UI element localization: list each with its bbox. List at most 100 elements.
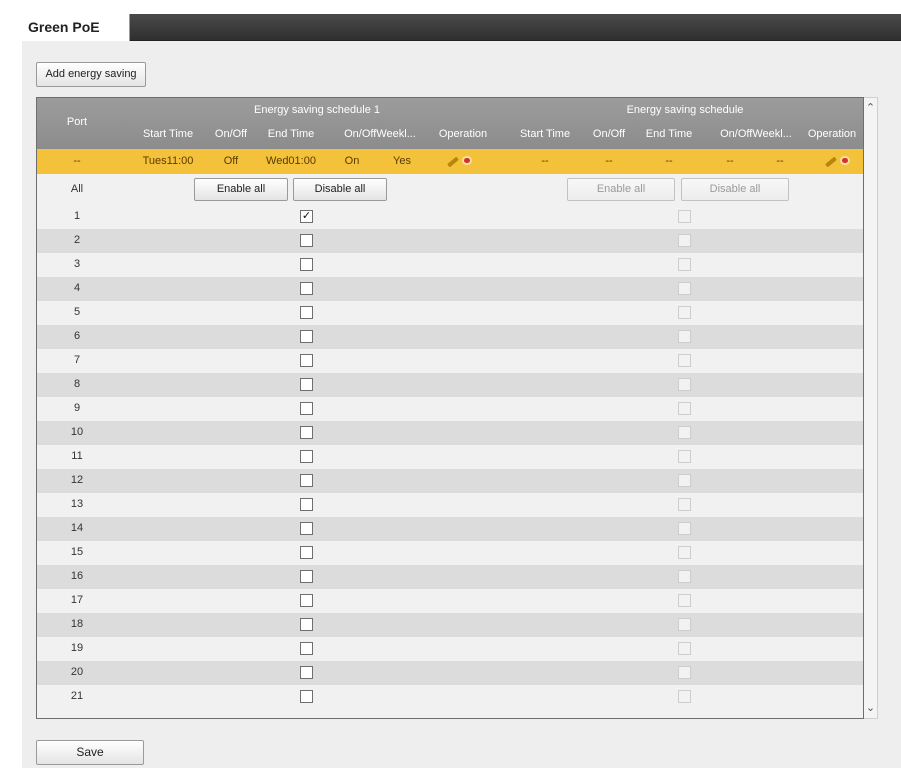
- schedule1-checkbox[interactable]: ✓: [300, 210, 313, 223]
- schedule1-checkbox[interactable]: [300, 474, 313, 487]
- schedule1-checkbox[interactable]: [300, 618, 313, 631]
- port-number: 21: [70, 690, 84, 702]
- schedule1-checkbox[interactable]: [300, 642, 313, 655]
- schedule2-checkbox[interactable]: [678, 666, 691, 679]
- table-row: 6: [37, 325, 863, 349]
- s1-start-cell: Tues11:00: [142, 155, 194, 167]
- schedule2-checkbox[interactable]: [678, 546, 691, 559]
- port-number: 17: [70, 594, 84, 606]
- disable-all-button[interactable]: Disable all: [293, 178, 387, 201]
- schedule1-checkbox[interactable]: [300, 498, 313, 511]
- save-button[interactable]: Save: [36, 740, 144, 765]
- port-number: 10: [70, 426, 84, 438]
- table-row: 20: [37, 661, 863, 685]
- vertical-scrollbar[interactable]: ⌃ ⌄: [864, 97, 878, 719]
- table-row: 21: [37, 685, 863, 709]
- port-number: 18: [70, 618, 84, 630]
- chevron-up-icon[interactable]: ⌃: [864, 100, 877, 116]
- s1-on-off-weekly-header: On/OffWeekl...: [344, 128, 416, 140]
- schedule1-checkbox[interactable]: [300, 570, 313, 583]
- table-row: 2: [37, 229, 863, 253]
- table-row: 12: [37, 469, 863, 493]
- schedule2-checkbox[interactable]: [678, 450, 691, 463]
- port-number: 14: [70, 522, 84, 534]
- port-number: 5: [73, 306, 81, 318]
- schedule-row[interactable]: -- Tues11:00 Off Wed01:00 On Yes -- -- -…: [37, 149, 863, 174]
- table-row: 13: [37, 493, 863, 517]
- s1-start-time-header: Start Time: [142, 128, 194, 140]
- schedule1-checkbox[interactable]: [300, 594, 313, 607]
- table-row: 16: [37, 565, 863, 589]
- table-row: 19: [37, 637, 863, 661]
- schedule1-checkbox[interactable]: [300, 306, 313, 319]
- schedule2-checkbox[interactable]: [678, 522, 691, 535]
- schedule1-checkbox[interactable]: [300, 258, 313, 271]
- s1-operation-header: Operation: [438, 128, 488, 140]
- schedule2-checkbox[interactable]: [678, 570, 691, 583]
- table-row: 7: [37, 349, 863, 373]
- table-row: 9: [37, 397, 863, 421]
- schedule2-checkbox[interactable]: [678, 498, 691, 511]
- pencil-icon[interactable]: [447, 156, 459, 168]
- schedule1-checkbox[interactable]: [300, 378, 313, 391]
- schedule1-checkbox[interactable]: [300, 402, 313, 415]
- pencil-icon[interactable]: [825, 156, 837, 168]
- schedule1-checkbox[interactable]: [300, 282, 313, 295]
- schedule2-checkbox[interactable]: [678, 210, 691, 223]
- port-number: 4: [73, 282, 81, 294]
- s2-start-time-header: Start Time: [519, 128, 571, 140]
- schedule1-checkbox[interactable]: [300, 546, 313, 559]
- add-energy-saving-button[interactable]: Add energy saving: [36, 62, 146, 87]
- schedule1-checkbox[interactable]: [300, 234, 313, 247]
- disable-all-button-2[interactable]: Disable all: [681, 178, 789, 201]
- schedule2-checkbox[interactable]: [678, 234, 691, 247]
- schedule2-checkbox[interactable]: [678, 474, 691, 487]
- schedule1-checkbox[interactable]: [300, 666, 313, 679]
- schedule1-checkbox[interactable]: [300, 426, 313, 439]
- schedule2-checkbox[interactable]: [678, 594, 691, 607]
- enable-all-button-2[interactable]: Enable all: [567, 178, 675, 201]
- port-number: 8: [73, 378, 81, 390]
- table-row: 1 ✓: [37, 205, 863, 229]
- table-row: 8: [37, 373, 863, 397]
- schedule2-checkbox[interactable]: [678, 258, 691, 271]
- schedule2-checkbox[interactable]: [678, 354, 691, 367]
- schedule2-checkbox[interactable]: [678, 618, 691, 631]
- schedule1-checkbox[interactable]: [300, 690, 313, 703]
- schedule2-checkbox[interactable]: [678, 378, 691, 391]
- schedule1-checkbox[interactable]: [300, 330, 313, 343]
- table-row: 4: [37, 277, 863, 301]
- enable-all-button[interactable]: Enable all: [194, 178, 288, 201]
- schedule2-checkbox[interactable]: [678, 402, 691, 415]
- schedule2-checkbox[interactable]: [678, 426, 691, 439]
- port-number: 6: [73, 330, 81, 342]
- s2-end-time-header: End Time: [645, 128, 693, 140]
- tab-green-poe[interactable]: Green PoE: [22, 14, 130, 41]
- s2-end-cell: --: [665, 155, 673, 167]
- schedule2-checkbox[interactable]: [678, 642, 691, 655]
- schedule2-title: Energy saving schedule: [626, 104, 744, 116]
- port-number: 16: [70, 570, 84, 582]
- chevron-down-icon[interactable]: ⌄: [864, 700, 877, 716]
- table-row: 11: [37, 445, 863, 469]
- port-number: 1: [73, 210, 81, 222]
- port-number: 12: [70, 474, 84, 486]
- delete-icon[interactable]: [462, 156, 472, 165]
- schedule2-checkbox[interactable]: [678, 330, 691, 343]
- table-row: 14: [37, 517, 863, 541]
- delete-icon[interactable]: [840, 156, 850, 165]
- all-ports-row: All Enable all Disable all Enable all Di…: [37, 174, 863, 205]
- s1-start-state-cell: Off: [223, 155, 239, 167]
- table-row: 10: [37, 421, 863, 445]
- schedule2-checkbox[interactable]: [678, 306, 691, 319]
- schedule2-checkbox[interactable]: [678, 690, 691, 703]
- s1-on-off-header: On/Off: [214, 128, 248, 140]
- schedule1-checkbox[interactable]: [300, 522, 313, 535]
- schedule1-checkbox[interactable]: [300, 354, 313, 367]
- s1-end-time-header: End Time: [267, 128, 315, 140]
- port-number: 15: [70, 546, 84, 558]
- s2-on-off-header: On/Off: [592, 128, 626, 140]
- schedule1-checkbox[interactable]: [300, 450, 313, 463]
- table-header: Port Energy saving schedule 1 Energy sav…: [37, 98, 863, 149]
- schedule2-checkbox[interactable]: [678, 282, 691, 295]
